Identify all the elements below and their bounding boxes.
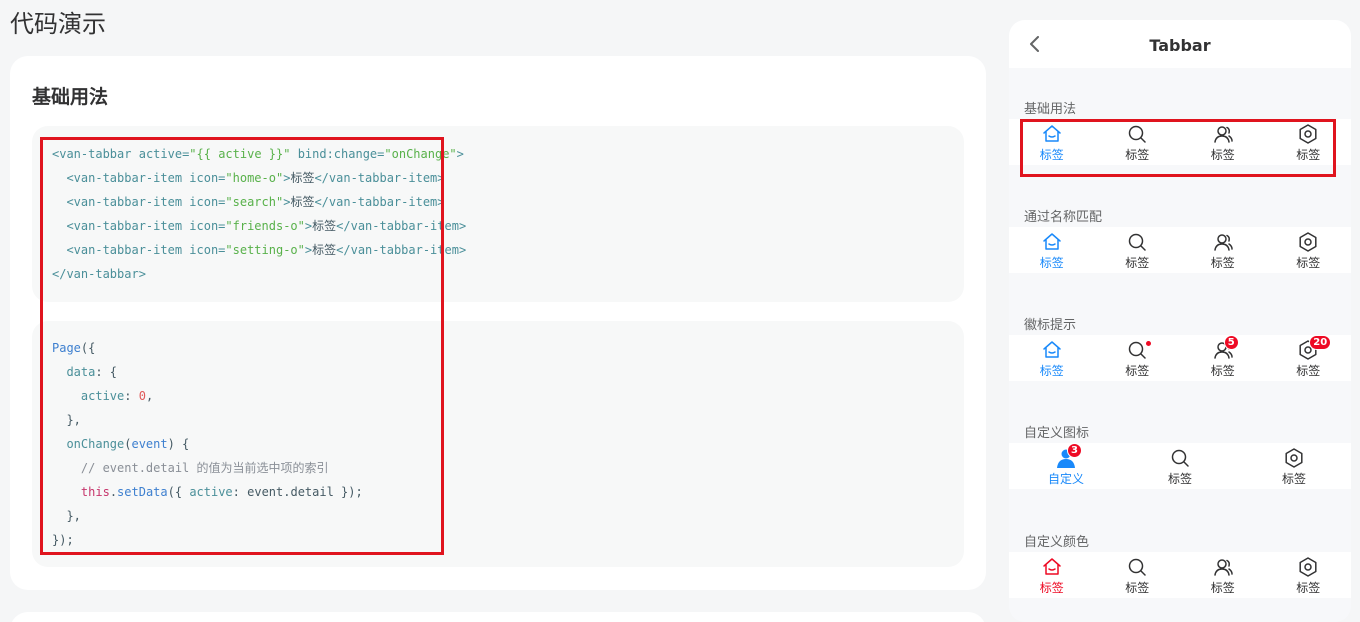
search-icon — [1126, 556, 1148, 578]
tabbar-item-label: 自定义 — [1047, 472, 1084, 486]
user-avatar-icon: 3 — [1055, 443, 1082, 469]
tabbar-item-label: 标签 — [1039, 581, 1064, 595]
tabbar-item-label: 标签 — [1125, 364, 1150, 378]
tabbar-item[interactable]: 标签 — [1009, 552, 1095, 598]
home-icon — [1041, 339, 1063, 361]
tabbar-item-label: 标签 — [1125, 581, 1150, 595]
nav-title: Tabbar — [1149, 36, 1211, 55]
tabbar-item-label: 标签 — [1281, 472, 1306, 486]
tabbar-item-label: 标签 — [1039, 364, 1064, 378]
home-icon — [1041, 556, 1063, 578]
highlight-box-code — [40, 137, 444, 555]
tabbar-item[interactable]: 标签 — [1095, 227, 1181, 273]
tabbar-item-label: 标签 — [1296, 364, 1321, 378]
tabbar: 标签 标签 标签 标签 — [1009, 227, 1351, 273]
tabbar-item-label: 标签 — [1296, 581, 1321, 595]
tabbar-item-label: 标签 — [1167, 472, 1192, 486]
phone-preview: Tabbar 基础用法 标签 标签 标签 标签 通过名称匹配 标签 标签 标签 标签 徽标提示 标签标… — [1009, 20, 1351, 622]
tabbar-item[interactable]: 标签 — [1266, 552, 1352, 598]
tabbar-item[interactable]: 标签 — [1237, 443, 1351, 489]
tabbar-item-label: 标签 — [1039, 256, 1064, 270]
section-title: 自定义图标 — [1024, 426, 1090, 441]
tabbar-item[interactable]: 5 标签 — [1180, 335, 1266, 381]
tabbar-item[interactable]: 标签 — [1180, 227, 1266, 273]
section-title: 基础用法 — [1024, 102, 1077, 117]
badge-count: 20 — [1309, 335, 1332, 350]
tabbar-item[interactable]: 20 标签 — [1266, 335, 1352, 381]
tabbar: 标签 标签 标签 标签 — [1009, 552, 1351, 598]
badge-dot — [1145, 340, 1153, 347]
badge-count: 5 — [1223, 335, 1239, 350]
setting-icon — [1297, 556, 1319, 578]
tabbar-item[interactable]: 标签 — [1009, 335, 1095, 381]
tabbar-item[interactable]: 标签 — [1180, 552, 1266, 598]
tabbar-item-label: 标签 — [1296, 256, 1321, 270]
highlight-box-tabbar — [1020, 119, 1336, 177]
setting-icon — [1283, 447, 1305, 469]
tabbar-item[interactable]: 标签 — [1123, 443, 1237, 489]
setting-icon: 20 — [1297, 335, 1332, 361]
search-icon — [1126, 231, 1148, 253]
tabbar-item-label: 标签 — [1210, 581, 1235, 595]
tabbar: 3 自定义 标签 标签 — [1009, 443, 1351, 489]
search-icon — [1126, 339, 1153, 361]
setting-icon — [1297, 231, 1319, 253]
tabbar-item[interactable]: 标签 — [1095, 335, 1181, 381]
tabbar-item[interactable]: 标签 — [1009, 227, 1095, 273]
tabbar-item-label: 标签 — [1125, 256, 1150, 270]
nav-bar: Tabbar — [1009, 20, 1351, 68]
section-title: 自定义颜色 — [1024, 535, 1090, 550]
friends-icon — [1212, 556, 1234, 578]
search-icon — [1169, 447, 1191, 469]
home-icon — [1041, 231, 1063, 253]
tabbar-item[interactable]: 标签 — [1266, 227, 1352, 273]
tabbar-item[interactable]: 3 自定义 — [1009, 443, 1123, 489]
badge-count: 3 — [1067, 443, 1082, 458]
tabbar: 标签 标签 5 标签 20 标签 — [1009, 335, 1351, 381]
tabbar-item-label: 标签 — [1210, 364, 1235, 378]
section-title: 徽标提示 — [1024, 318, 1077, 333]
section-title: 通过名称匹配 — [1024, 210, 1103, 225]
next-demo-card — [10, 612, 986, 622]
tabbar-item[interactable]: 标签 — [1095, 552, 1181, 598]
friends-icon: 5 — [1212, 335, 1239, 361]
page-title: 代码演示 — [10, 10, 106, 38]
card-title: 基础用法 — [32, 86, 109, 108]
tabbar-item-label: 标签 — [1210, 256, 1235, 270]
friends-icon — [1212, 231, 1234, 253]
